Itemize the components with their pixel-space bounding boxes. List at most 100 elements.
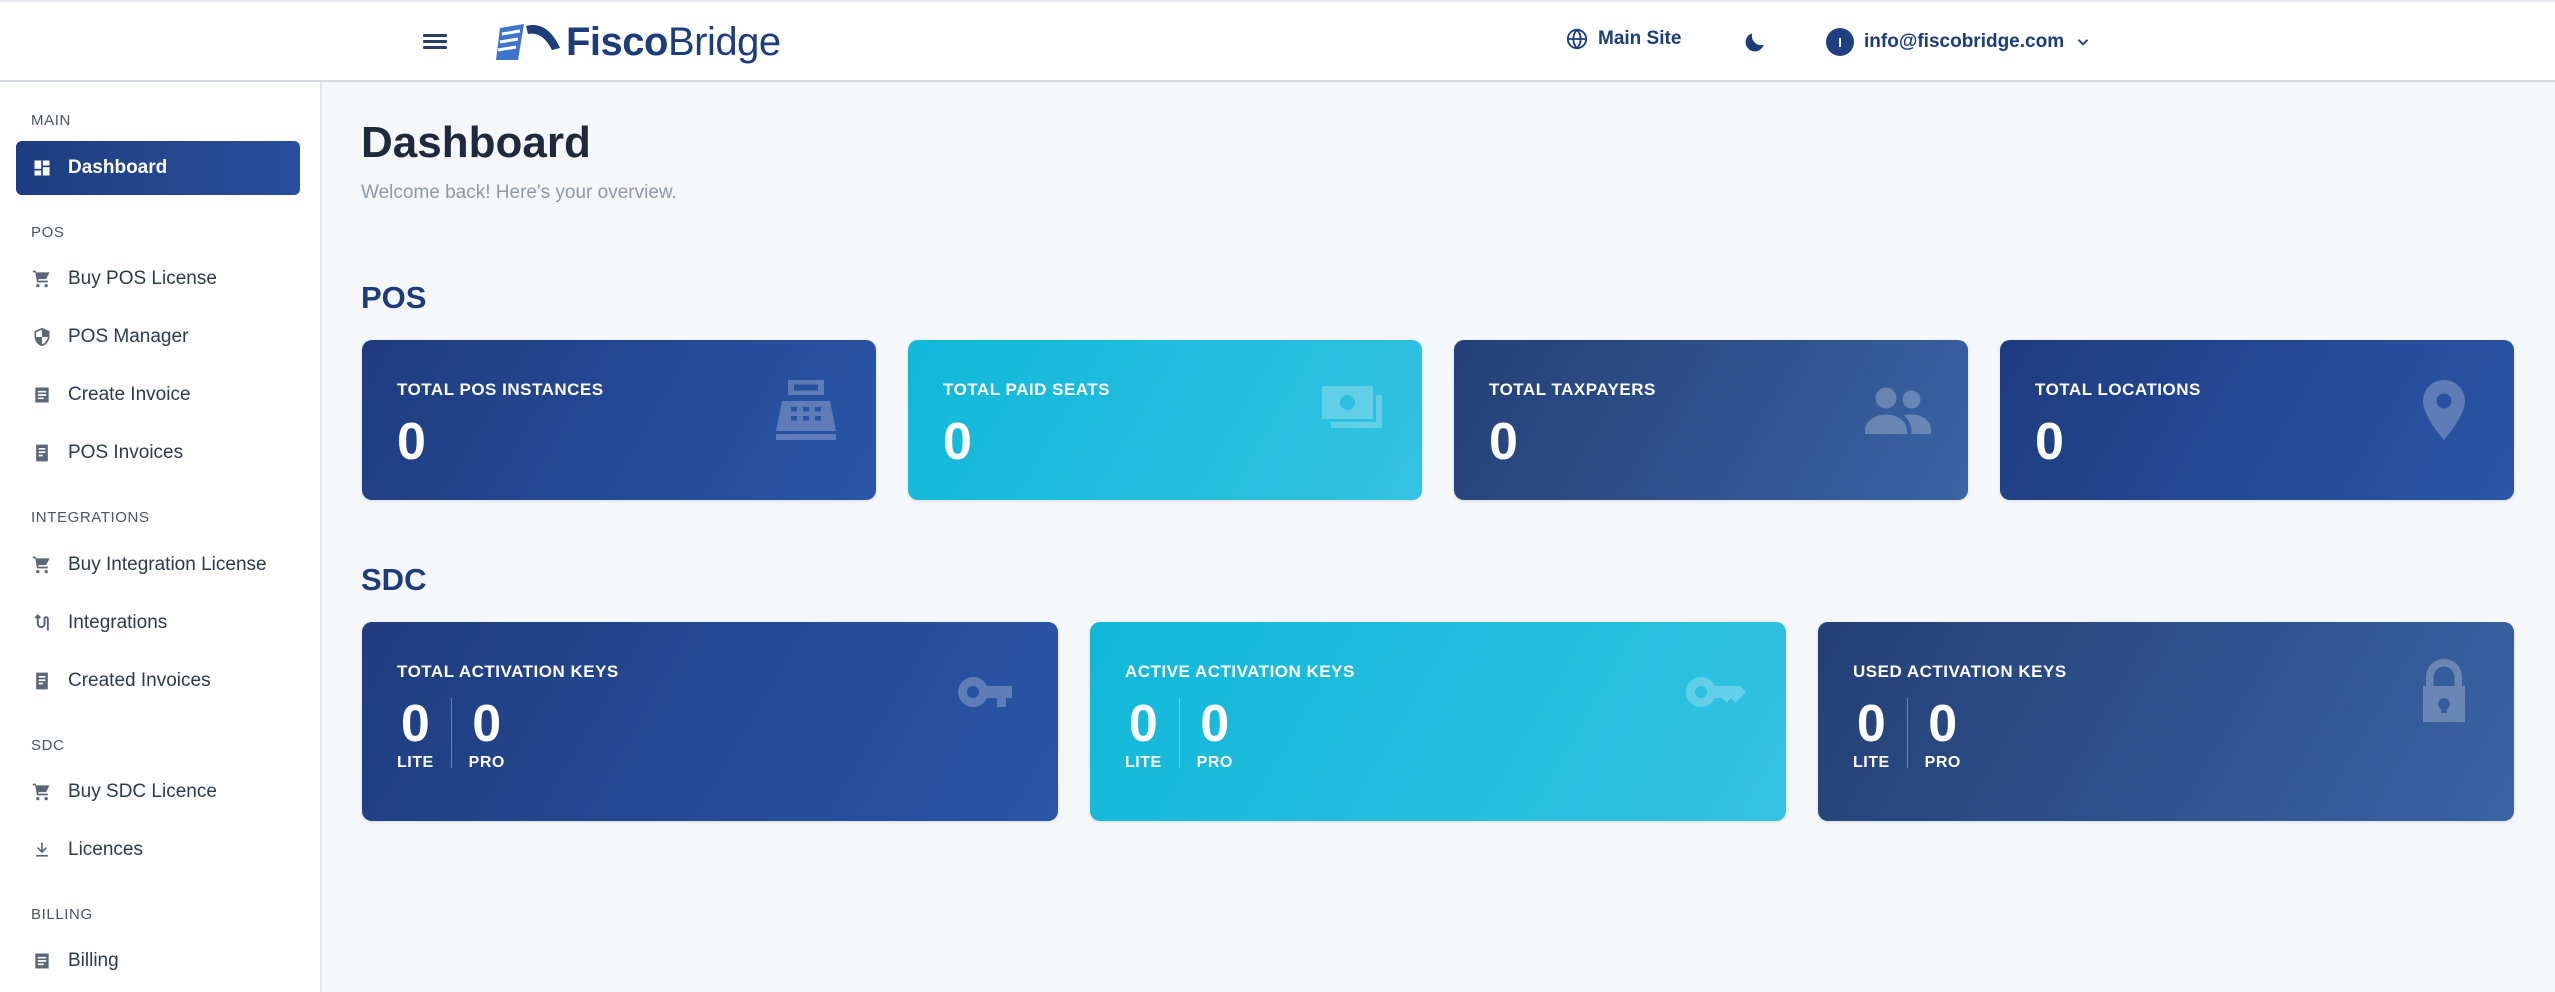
sidebar-item-label: Buy POS License <box>68 268 217 289</box>
pro-label: PRO <box>1924 754 1961 771</box>
bridge-logo-icon <box>496 24 560 60</box>
sidebar-item-label: Licences <box>68 839 143 860</box>
vpn-key-icon <box>1686 676 1746 707</box>
sidebar-item-label: Dashboard <box>68 157 168 178</box>
top-bar: FiscoBridge Main Site I info@fiscobridge… <box>0 0 2555 82</box>
pro-value: 0 <box>1928 695 1958 753</box>
sidebar-item-buy-sdc-licence[interactable]: Buy SDC Licence <box>16 765 300 819</box>
main-site-link[interactable]: Main Site <box>1566 28 1681 50</box>
moon-icon[interactable] <box>1742 29 1768 55</box>
pro-label: PRO <box>1196 754 1233 771</box>
chevron-down-icon <box>2077 39 2089 46</box>
sdc-total-keys-card: TOTAL ACTIVATION KEYS 0 LITE 0 PRO <box>362 622 1058 821</box>
sidebar-item-created-invoices[interactable]: Created Invoices <box>16 654 300 708</box>
sidebar-item-label: POS Manager <box>68 326 189 347</box>
globe-icon <box>1566 28 1588 50</box>
document-icon <box>32 951 52 971</box>
sidebar-item-label: Buy SDC Licence <box>68 781 217 802</box>
lite-label: LITE <box>397 754 434 771</box>
card-label: ACTIVE ACTIVATION KEYS <box>1125 662 1355 681</box>
menu-icon[interactable] <box>420 31 450 55</box>
sidebar-item-buy-integration-license[interactable]: Buy Integration License <box>16 538 300 592</box>
integration-icon <box>32 613 52 633</box>
pos-instances-card: TOTAL POS INSTANCES 0 <box>362 340 876 500</box>
section-label-main: MAIN <box>31 112 71 129</box>
sidebar-item-integrations[interactable]: Integrations <box>16 596 300 650</box>
lite-count: 0 LITE <box>397 694 434 772</box>
sidebar-item-billing[interactable]: Billing <box>16 934 300 988</box>
divider <box>1906 698 1908 768</box>
pos-locations-card: TOTAL LOCATIONS 0 <box>2000 340 2514 500</box>
account-email: info@fiscobridge.com <box>1864 31 2065 52</box>
sidebar-item-dashboard[interactable]: Dashboard <box>16 141 300 195</box>
pos-section-heading: POS <box>361 280 427 315</box>
sdc-section-heading: SDC <box>361 562 427 597</box>
shield-icon <box>32 327 52 347</box>
pro-count: 0 PRO <box>469 694 505 772</box>
sidebar: MAIN Dashboard POS Buy POS License POS M… <box>0 82 322 992</box>
sdc-active-keys-card: ACTIVE ACTIVATION KEYS 0 LITE 0 PRO <box>1090 622 1786 821</box>
sidebar-item-label: Created Invoices <box>68 670 211 691</box>
cart-icon <box>32 269 52 289</box>
lite-value: 0 <box>1128 695 1158 753</box>
card-value: 0 <box>943 413 972 471</box>
card-label: TOTAL ACTIVATION KEYS <box>397 662 619 681</box>
dashboard-icon <box>32 158 52 178</box>
section-label-billing: BILLING <box>31 906 93 923</box>
pro-count: 0 PRO <box>1925 694 1961 772</box>
cart-icon <box>32 782 52 802</box>
pro-value: 0 <box>1200 695 1230 753</box>
sdc-used-keys-card: USED ACTIVATION KEYS 0 LITE 0 PRO <box>1818 622 2514 821</box>
lite-label: LITE <box>1125 754 1162 771</box>
card-label: TOTAL POS INSTANCES <box>397 380 604 399</box>
lite-value: 0 <box>400 695 430 753</box>
pos-paid-seats-card: TOTAL PAID SEATS 0 <box>908 340 1422 500</box>
key-icon <box>958 676 1012 707</box>
sidebar-item-label: Buy Integration License <box>68 554 267 575</box>
card-label: TOTAL PAID SEATS <box>943 380 1110 399</box>
receipt-icon <box>32 443 52 463</box>
card-label: TOTAL LOCATIONS <box>2035 380 2201 399</box>
sidebar-item-label: Integrations <box>68 612 168 633</box>
section-label-integrations: INTEGRATIONS <box>31 509 150 526</box>
avatar: I <box>1826 28 1854 56</box>
page-title: Dashboard <box>361 118 591 167</box>
key-counts: 0 LITE 0 PRO <box>397 694 505 772</box>
sidebar-item-label: Create Invoice <box>68 384 191 405</box>
section-label-pos: POS <box>31 224 65 241</box>
lite-count: 0 LITE <box>1853 694 1890 772</box>
pro-value: 0 <box>472 695 502 753</box>
card-value: 0 <box>1489 413 1518 471</box>
receipt-icon <box>32 671 52 691</box>
pro-count: 0 PRO <box>1197 694 1233 772</box>
sidebar-item-buy-pos-license[interactable]: Buy POS License <box>16 252 300 306</box>
lite-value: 0 <box>1856 695 1886 753</box>
key-counts: 0 LITE 0 PRO <box>1853 694 1961 772</box>
pos-taxpayers-card: TOTAL TAXPAYERS 0 <box>1454 340 1968 500</box>
sidebar-item-pos-invoices[interactable]: POS Invoices <box>16 426 300 480</box>
document-icon <box>32 385 52 405</box>
sidebar-item-pos-manager[interactable]: POS Manager <box>16 310 300 364</box>
section-label-sdc: SDC <box>31 737 65 754</box>
card-value: 0 <box>397 413 426 471</box>
page-subtitle: Welcome back! Here's your overview. <box>361 182 677 203</box>
sidebar-item-create-invoice[interactable]: Create Invoice <box>16 368 300 422</box>
cart-icon <box>32 555 52 575</box>
sidebar-item-label: POS Invoices <box>68 442 184 463</box>
sidebar-item-licences[interactable]: Licences <box>16 823 300 877</box>
money-icon <box>1322 386 1382 428</box>
location-pin-icon <box>2423 380 2465 440</box>
key-counts: 0 LITE 0 PRO <box>1125 694 1233 772</box>
card-label: USED ACTIVATION KEYS <box>1853 662 2067 681</box>
brand-logo[interactable]: FiscoBridge <box>494 18 781 66</box>
account-menu[interactable]: I info@fiscobridge.com <box>1826 28 2092 56</box>
lite-count: 0 LITE <box>1125 694 1162 772</box>
lite-label: LITE <box>1853 754 1890 771</box>
card-label: TOTAL TAXPAYERS <box>1489 380 1656 399</box>
main-site-label: Main Site <box>1598 28 1682 49</box>
pro-label: PRO <box>468 754 505 771</box>
card-value: 0 <box>2035 413 2064 471</box>
lock-icon <box>2423 659 2465 722</box>
sidebar-item-label: Billing <box>68 950 119 971</box>
download-icon <box>32 840 52 860</box>
